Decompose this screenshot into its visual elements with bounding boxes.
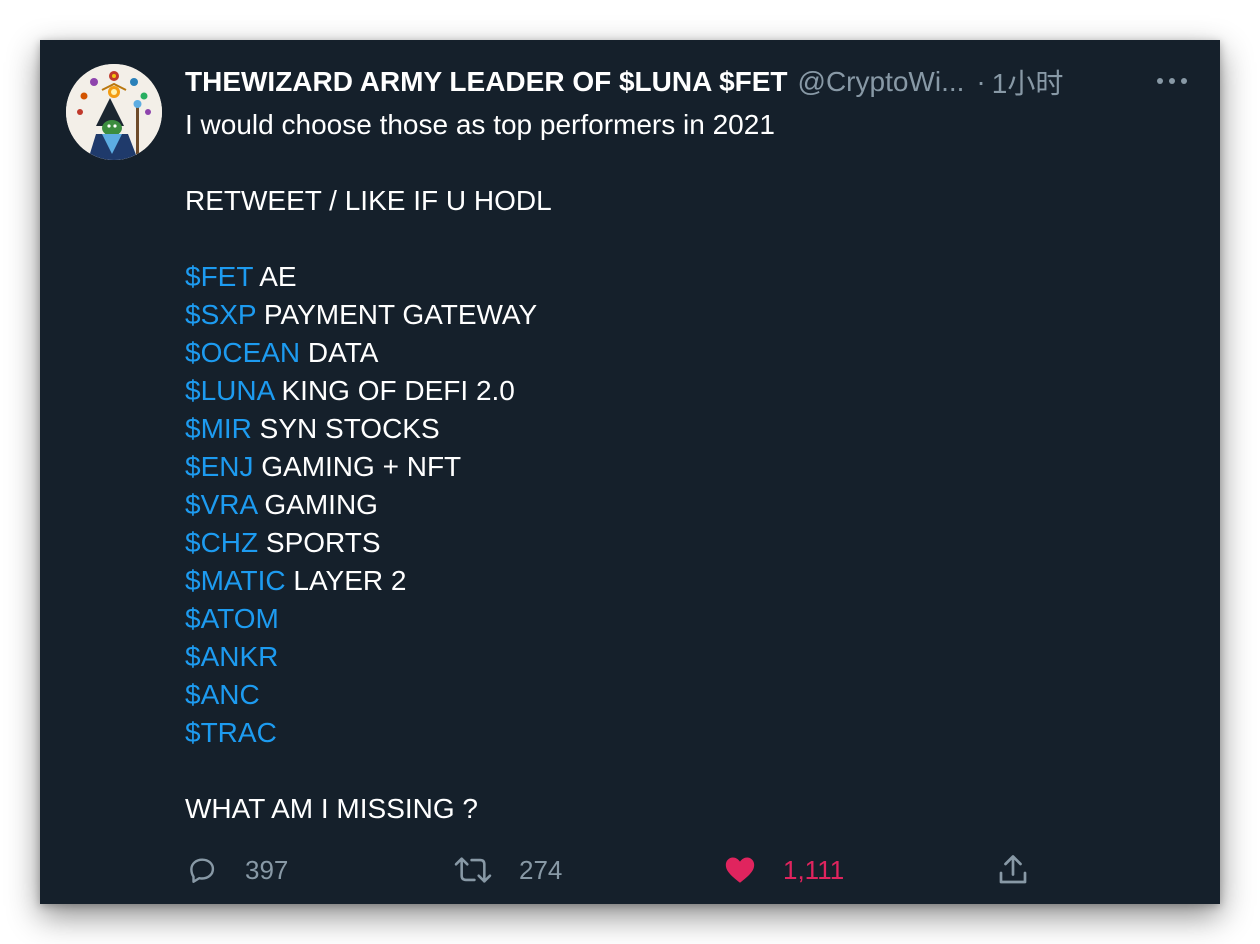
retweet-count: 274 (519, 854, 563, 885)
tweet-text-line: RETWEET / LIKE IF U HODL (185, 185, 552, 216)
like-button[interactable]: 1,111 (723, 850, 844, 890)
cashtag-line: $CHZ SPORTS (185, 524, 1165, 562)
reply-icon (190, 858, 215, 883)
cashtag-link[interactable]: $MATIC (185, 565, 286, 596)
wizard-avatar-image (66, 64, 162, 160)
cashtag-line: $VRA GAMING (185, 486, 1165, 524)
cashtag-link[interactable]: $SXP (185, 299, 256, 330)
tweet-header: THEWIZARD ARMY LEADER OF $LUNA $FET @Cry… (185, 60, 1145, 104)
cashtag-line: $ANKR (185, 638, 1165, 676)
cashtag-line: $ATOM (185, 600, 1165, 638)
cashtag-link[interactable]: $TRAC (185, 717, 277, 748)
tweet-text: I would choose those as top performers i… (185, 106, 1165, 828)
reply-count: 397 (245, 854, 289, 885)
cashtag-link[interactable]: $FET (185, 261, 253, 292)
cashtag-description: DATA (300, 337, 379, 368)
cashtag-link[interactable]: $CHZ (185, 527, 258, 558)
cashtag-line: $MIR SYN STOCKS (185, 410, 1165, 448)
cashtag-link[interactable]: $ANKR (185, 641, 278, 672)
cashtag-link[interactable]: $ENJ (185, 451, 253, 482)
heart-icon (725, 857, 755, 883)
more-horizontal-icon (1157, 78, 1187, 84)
cashtag-link[interactable]: $VRA (185, 489, 257, 520)
cashtag-line: $LUNA KING OF DEFI 2.0 (185, 372, 1165, 410)
cashtag-description: GAMING (256, 489, 378, 520)
author-name[interactable]: THEWIZARD ARMY LEADER OF $LUNA $FET (185, 66, 788, 98)
separator-dot: · (976, 66, 986, 97)
retweet-button[interactable]: 274 (453, 850, 562, 890)
reply-button[interactable]: 397 (185, 850, 288, 890)
cashtag-line: $TRAC (185, 714, 1165, 752)
cashtag-line: $ENJ GAMING + NFT (185, 448, 1165, 486)
cashtag-description: KING OF DEFI 2.0 (273, 375, 515, 406)
cashtag-link[interactable]: $ATOM (185, 603, 279, 634)
more-options-button[interactable] (1154, 66, 1190, 96)
share-icon (999, 855, 1027, 884)
tweet-text-line: WHAT AM I MISSING ? (185, 793, 479, 824)
cashtag-description: AE (252, 261, 297, 292)
cashtag-description: SPORTS (258, 527, 381, 558)
cashtag-line: $MATIC LAYER 2 (185, 562, 1165, 600)
cashtag-description: LAYER 2 (285, 565, 407, 596)
cashtag-line: $OCEAN DATA (185, 334, 1165, 372)
tweet-text-line: I would choose those as top performers i… (185, 109, 775, 140)
cashtag-description: SYN STOCKS (251, 413, 440, 444)
tweet-card: THEWIZARD ARMY LEADER OF $LUNA $FET @Cry… (40, 40, 1220, 904)
tweet-actions: 397 274 1,111 (185, 850, 1085, 890)
cashtag-link[interactable]: $LUNA (185, 375, 274, 406)
cashtag-line: $FET AE (185, 258, 1165, 296)
share-button[interactable] (995, 850, 1031, 890)
retweet-icon (454, 857, 492, 883)
cashtag-link[interactable]: $MIR (185, 413, 252, 444)
cashtag-link[interactable]: $ANC (185, 679, 260, 710)
author-handle[interactable]: @CryptoWi... (798, 66, 965, 98)
avatar[interactable] (66, 64, 162, 160)
like-count: 1,111 (783, 854, 845, 885)
cashtag-link[interactable]: $OCEAN (185, 337, 300, 368)
cashtag-line: $SXP PAYMENT GATEWAY (185, 296, 1165, 334)
cashtag-description: PAYMENT GATEWAY (256, 299, 538, 330)
cashtag-description: GAMING + NFT (253, 451, 462, 482)
timestamp[interactable]: 1小时 (992, 62, 1064, 102)
cashtag-line: $ANC (185, 676, 1165, 714)
